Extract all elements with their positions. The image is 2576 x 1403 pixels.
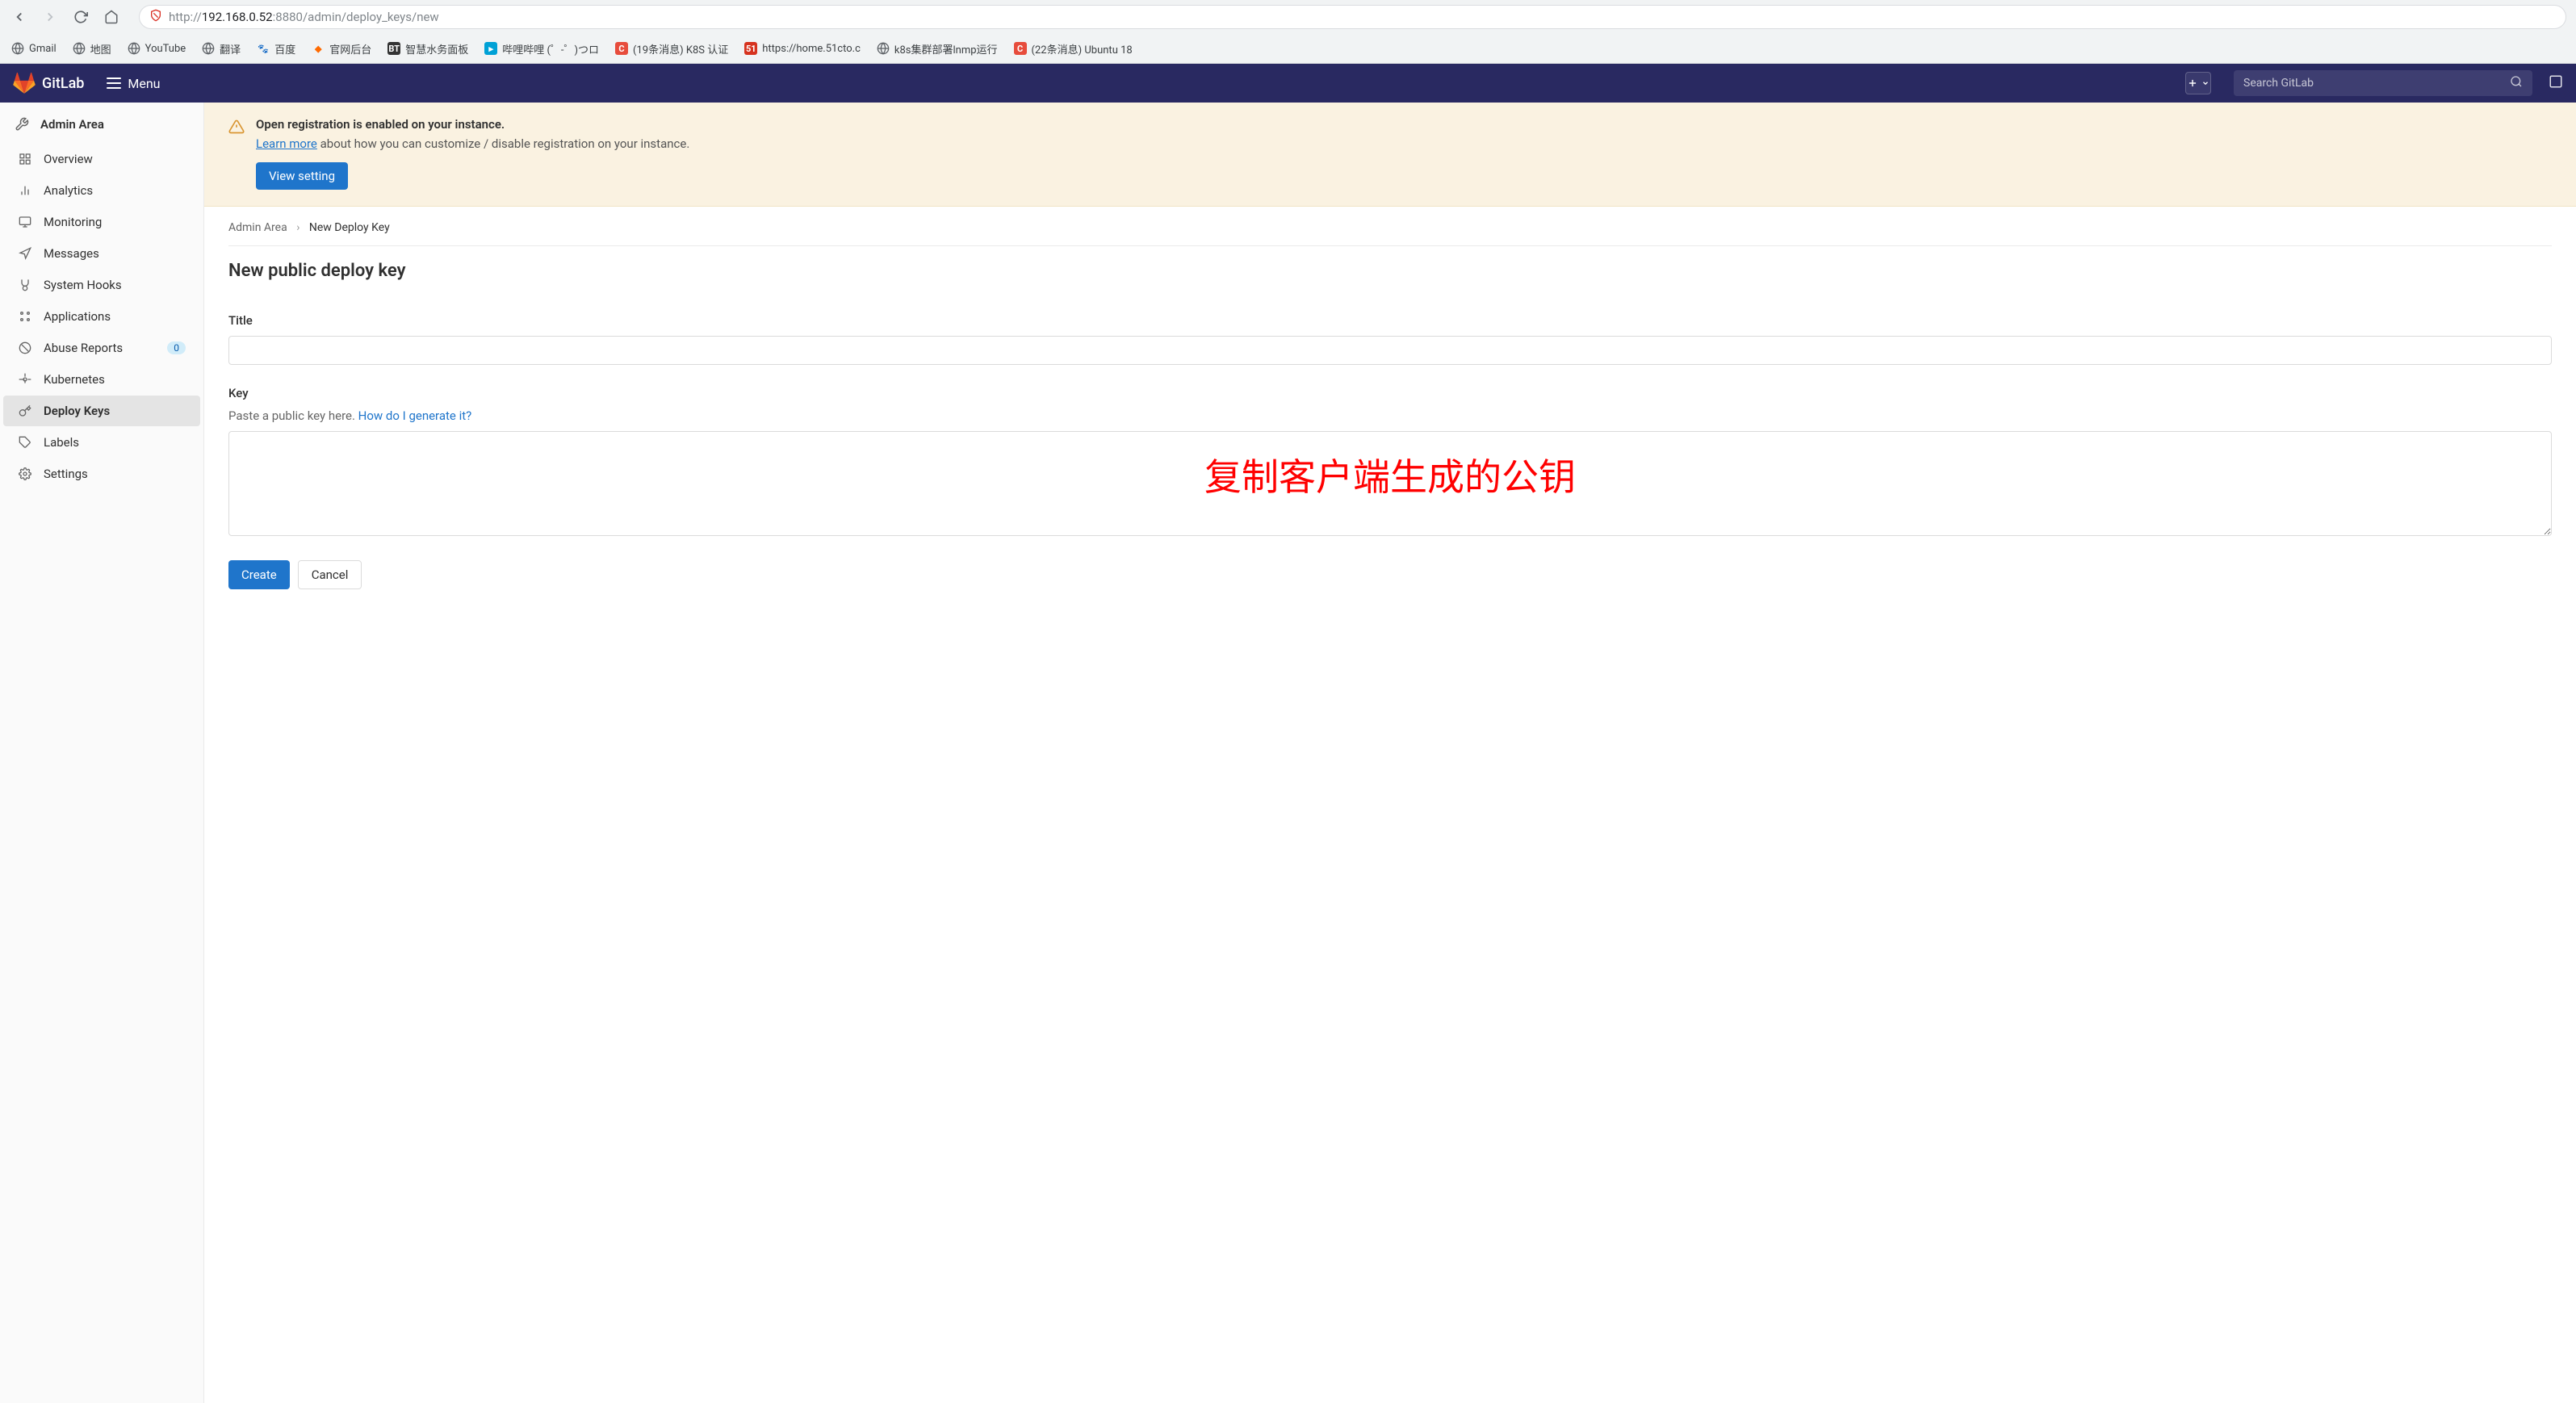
url-text: http://192.168.0.52:8880/admin/deploy_ke… [169,10,439,24]
sidebar-item-label: Deploy Keys [44,404,110,418]
menu-label: Menu [128,76,160,91]
bookmark-item[interactable]: 🐾百度 [257,41,295,57]
registration-alert: Open registration is enabled on your ins… [204,103,2576,207]
warning-icon [228,119,245,190]
view-setting-button[interactable]: View setting [256,162,348,190]
apps-icon [18,309,32,324]
create-button[interactable]: Create [228,560,290,589]
title-input[interactable] [228,336,2552,365]
sidebar-item-settings[interactable]: Settings [3,459,200,489]
home-button[interactable] [102,7,121,27]
gitlab-icon [13,72,36,94]
sidebar-item-label: System Hooks [44,278,122,292]
search-box[interactable] [2234,70,2532,96]
sidebar-title-label: Admin Area [40,117,104,132]
sidebar-item-label: Labels [44,435,79,450]
sidebar-item-abuse-reports[interactable]: Abuse Reports 0 [3,333,200,363]
sidebar-item-applications[interactable]: Applications [3,301,200,332]
issues-icon[interactable] [2549,74,2563,92]
breadcrumb-separator: › [296,221,299,234]
keys-icon [18,404,32,418]
plus-icon [2187,77,2198,89]
bookmark-item[interactable]: C(22条消息) Ubuntu 18 [1014,41,1133,57]
sidebar-item-kubernetes[interactable]: Kubernetes [3,364,200,395]
bookmark-item[interactable]: Gmail [11,42,57,55]
browser-toolbar: http://192.168.0.52:8880/admin/deploy_ke… [0,0,2576,34]
sidebar-item-label: Overview [44,152,93,166]
gitlab-header: GitLab Menu [0,64,2576,103]
bookmark-item[interactable]: ▸哔哩哔哩 (゜-゜)つロ [484,41,599,57]
forward-button[interactable] [40,7,60,27]
content: Open registration is enabled on your ins… [204,103,2576,1403]
bookmark-item[interactable]: 地图 [73,41,111,57]
sidebar-item-label: Abuse Reports [44,341,123,355]
sidebar-item-analytics[interactable]: Analytics [3,175,200,206]
key-help: Paste a public key here. How do I genera… [228,408,2552,423]
sidebar-item-messages[interactable]: Messages [3,238,200,269]
sidebar-item-label: Kubernetes [44,372,105,387]
bookmark-item[interactable]: k8s集群部署lnmp运行 [877,41,998,57]
alert-text: Learn more about how you can customize /… [256,136,2552,151]
url-bar[interactable]: http://192.168.0.52:8880/admin/deploy_ke… [139,5,2566,29]
chevron-down-icon [2201,79,2209,87]
sidebar-badge: 0 [167,341,186,354]
title-label: Title [228,313,2552,328]
overview-icon [18,152,32,166]
sidebar-item-system-hooks[interactable]: System Hooks [3,270,200,300]
abuse-icon [18,341,32,355]
breadcrumb-current: New Deploy Key [309,221,390,234]
key-textarea[interactable] [228,431,2552,536]
sidebar-item-label: Monitoring [44,215,102,229]
monitoring-icon [18,215,32,229]
new-dropdown[interactable] [2185,72,2211,94]
sidebar-item-overview[interactable]: Overview [3,144,200,174]
key-label: Key [228,386,2552,400]
learn-more-link[interactable]: Learn more [256,136,317,151]
bookmark-item[interactable]: C(19条消息) K8S 认证 [615,41,728,57]
kubernetes-icon [18,372,32,387]
sidebar-item-deploy-keys[interactable]: Deploy Keys [3,396,200,426]
sidebar: Admin Area Overview Analytics Monitoring Me… [0,103,204,1403]
bookmark-item[interactable]: YouTube [128,42,186,55]
bookmark-item[interactable]: ◆官网后台 [312,41,371,57]
sidebar-item-label: Analytics [44,183,93,198]
sidebar-item-label: Settings [44,467,88,481]
sidebar-item-label: Applications [44,309,111,324]
bookmark-item[interactable]: BT智慧水务面板 [387,41,468,57]
hooks-icon [18,278,32,292]
sidebar-item-label: Messages [44,246,99,261]
sidebar-title[interactable]: Admin Area [0,106,203,143]
bookmark-item[interactable]: 51https://home.51cto.c [744,42,861,55]
bookmarks-bar: Gmail 地图 YouTube 翻译 🐾百度 ◆官网后台 BT智慧水务面板 ▸哔哩哔哩 (゜… [0,34,2576,63]
key-help-link[interactable]: How do I generate it? [358,408,472,423]
settings-icon [18,467,32,481]
insecure-icon [149,9,162,25]
wrench-icon [15,117,29,132]
back-button[interactable] [10,7,29,27]
analytics-icon [18,183,32,198]
reload-button[interactable] [71,7,90,27]
page-heading: New public deploy key [228,261,2552,281]
search-input[interactable] [2243,77,2510,90]
browser-chrome: http://192.168.0.52:8880/admin/deploy_ke… [0,0,2576,64]
hamburger-icon [107,77,121,89]
gitlab-brand-text: GitLab [42,75,84,92]
breadcrumbs: Admin Area › New Deploy Key [228,221,2552,246]
bookmark-item[interactable]: 翻译 [202,41,241,57]
sidebar-item-monitoring[interactable]: Monitoring [3,207,200,237]
search-icon [2510,75,2523,91]
cancel-button[interactable]: Cancel [298,560,362,589]
menu-toggle[interactable]: Menu [107,76,160,91]
alert-title: Open registration is enabled on your ins… [256,117,2552,132]
sidebar-item-labels[interactable]: Labels [3,427,200,458]
gitlab-logo[interactable]: GitLab [13,72,84,94]
breadcrumb-root[interactable]: Admin Area [228,221,287,234]
labels-icon [18,435,32,450]
messages-icon [18,246,32,261]
